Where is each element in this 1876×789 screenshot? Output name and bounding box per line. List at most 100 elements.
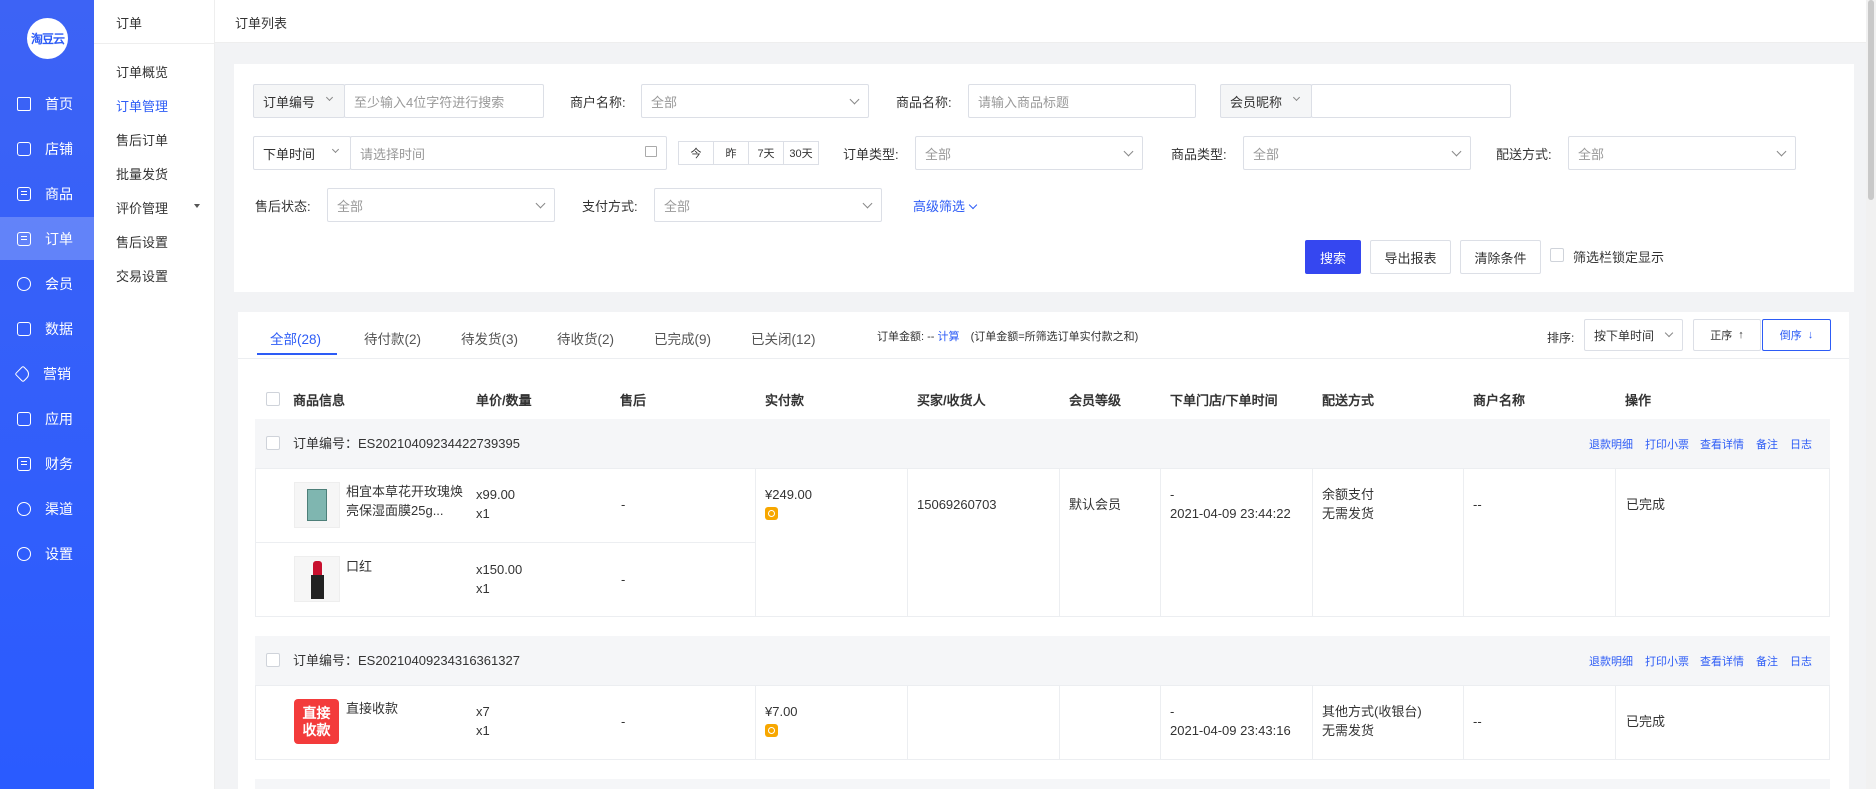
payment-select[interactable]: 全部 (654, 188, 882, 222)
nav-item-apps[interactable]: 应用 (0, 397, 94, 440)
merchant-name: -- (1473, 497, 1482, 512)
member-type-select[interactable]: 会员昵称 (1220, 84, 1312, 118)
order-type-select[interactable]: 全部 (915, 136, 1143, 170)
nav-label: 店铺 (45, 140, 73, 157)
col-divider (1615, 468, 1616, 617)
order-checkbox[interactable] (266, 436, 280, 450)
arrow-down-icon: ↓ (1807, 329, 1814, 341)
tab-closed[interactable]: 已关闭(12) (751, 328, 816, 348)
order-time: 2021-04-09 23:43:16 (1170, 723, 1291, 738)
summary-note: (订单金额=所筛选订单实付款之和) (970, 331, 1139, 343)
quick-30days[interactable]: 30天 (783, 141, 819, 165)
col-aftersale: 售后 (620, 393, 647, 408)
scrollbar-thumb[interactable] (1868, 0, 1874, 200)
print-receipt-link[interactable]: 打印小票 (1645, 436, 1689, 452)
delivery-select[interactable]: 全部 (1568, 136, 1796, 170)
merchant-select[interactable]: 全部 (641, 84, 869, 118)
chevron-down-icon[interactable] (1664, 328, 1674, 338)
order-no-type-select[interactable]: 订单编号 (253, 84, 345, 118)
subnav-item-aftersale-orders[interactable]: 售后订单 (116, 130, 206, 149)
nav-item-store[interactable]: 店铺 (0, 127, 94, 170)
nav-item-settings[interactable]: 设置 (0, 532, 94, 575)
buyer-phone[interactable]: 15069260703 (917, 495, 997, 514)
quick-yesterday[interactable]: 昨 (713, 141, 749, 165)
subnav-item-batch-ship[interactable]: 批量发货 (116, 164, 206, 183)
quantity: x1 (476, 723, 490, 738)
product-name[interactable]: 口红 (346, 557, 372, 576)
product-input[interactable]: 请输入商品标题 (968, 84, 1196, 118)
aftersale-label: 售后状态: (255, 199, 311, 214)
product-thumbnail[interactable] (294, 482, 340, 528)
brand-logo[interactable]: 淘豆云 (27, 18, 68, 59)
aftersale-select[interactable]: 全部 (327, 188, 555, 222)
col-divider (1463, 685, 1464, 760)
log-link[interactable]: 日志 (1790, 436, 1812, 452)
nav-item-finance[interactable]: 财务 (0, 442, 94, 485)
goods-type-select[interactable]: 全部 (1243, 136, 1471, 170)
product-name[interactable]: 直接收款 (346, 699, 398, 718)
quick-today[interactable]: 今 (678, 141, 714, 165)
order-icon (17, 231, 31, 246)
time-type-select[interactable]: 下单时间 (253, 136, 351, 170)
view-detail-link[interactable]: 查看详情 (1700, 436, 1744, 452)
col-product: 商品信息 (293, 393, 346, 408)
item-divider (256, 542, 756, 543)
subnav-item-order-manage[interactable]: 订单管理 (116, 96, 206, 115)
lock-filter-checkbox[interactable] (1550, 248, 1564, 262)
subnav-item-trade-settings[interactable]: 交易设置 (116, 266, 206, 285)
nav-item-order[interactable]: 订单 (0, 217, 94, 260)
select-all-checkbox[interactable] (266, 392, 280, 406)
tab-all[interactable]: 全部(28) (270, 328, 321, 348)
chevron-down-icon (1123, 146, 1134, 157)
sub-sidebar: 订单 订单概览 订单管理 售后订单 批量发货 评价管理 售后设置 交易设置 (94, 0, 215, 789)
order-no-input[interactable]: 至少输入4位字符进行搜索 (344, 84, 544, 118)
view-detail-link[interactable]: 查看详情 (1700, 653, 1744, 669)
nav-item-marketing[interactable]: 营销 (0, 352, 94, 395)
clear-button[interactable]: 清除条件 (1460, 240, 1541, 274)
sort-select[interactable]: 按下单时间 (1584, 319, 1683, 351)
product-name[interactable]: 相宜本草花开玫瑰焕亮保湿面膜25g... (346, 482, 464, 520)
subnav-item-aftersale-settings[interactable]: 售后设置 (116, 232, 206, 251)
product-image (311, 575, 324, 599)
active-tab-indicator (257, 353, 337, 355)
remark-link[interactable]: 备注 (1756, 436, 1778, 452)
nav-item-data[interactable]: 数据 (0, 307, 94, 350)
col-store-time: 下单门店/下单时间 (1170, 393, 1278, 408)
select-value: 全部 (664, 198, 691, 214)
col-divider (1059, 685, 1060, 760)
subnav-item-overview[interactable]: 订单概览 (116, 62, 206, 81)
sort-asc-button[interactable]: 正序 ↑ (1693, 319, 1761, 351)
select-value: 按下单时间 (1594, 328, 1655, 343)
order-type-label: 订单类型: (843, 147, 899, 162)
tab-pending-receipt[interactable]: 待收货(2) (557, 328, 614, 348)
subnav-item-reviews[interactable]: 评价管理 (116, 198, 206, 217)
refund-detail-link[interactable]: 退款明细 (1589, 653, 1633, 669)
nav-item-goods[interactable]: 商品 (0, 172, 94, 215)
print-receipt-link[interactable]: 打印小票 (1645, 653, 1689, 669)
tab-pending-shipment[interactable]: 待发货(3) (461, 328, 518, 348)
tab-pending-payment[interactable]: 待付款(2) (364, 328, 421, 348)
refund-detail-link[interactable]: 退款明细 (1589, 436, 1633, 452)
export-button[interactable]: 导出报表 (1370, 240, 1451, 274)
tab-completed[interactable]: 已完成(9) (654, 328, 711, 348)
time-picker-input[interactable]: 请选择时间 (350, 136, 667, 170)
chevron-down-icon (1292, 93, 1301, 102)
calculate-link[interactable]: 计算 (938, 331, 960, 343)
quick-7days[interactable]: 7天 (748, 141, 784, 165)
order-checkbox[interactable] (266, 653, 280, 667)
order-status: 已完成 (1626, 497, 1666, 512)
nav-item-home[interactable]: 首页 (0, 82, 94, 125)
sort-desc-button[interactable]: 倒序 ↓ (1762, 319, 1831, 351)
select-value: 全部 (1253, 146, 1280, 162)
remark-link[interactable]: 备注 (1756, 653, 1778, 669)
delivery-method: 无需发货 (1322, 723, 1375, 738)
unit-price: x7 (476, 704, 490, 719)
log-link[interactable]: 日志 (1790, 653, 1812, 669)
advanced-filter-link[interactable]: 高级筛选 (913, 196, 978, 215)
col-divider (1059, 468, 1060, 617)
nav-item-channel[interactable]: 渠道 (0, 487, 94, 530)
search-button[interactable]: 搜索 (1305, 240, 1361, 274)
product-thumbnail[interactable] (294, 556, 340, 602)
nav-item-member[interactable]: 会员 (0, 262, 94, 305)
member-input[interactable] (1311, 84, 1511, 118)
